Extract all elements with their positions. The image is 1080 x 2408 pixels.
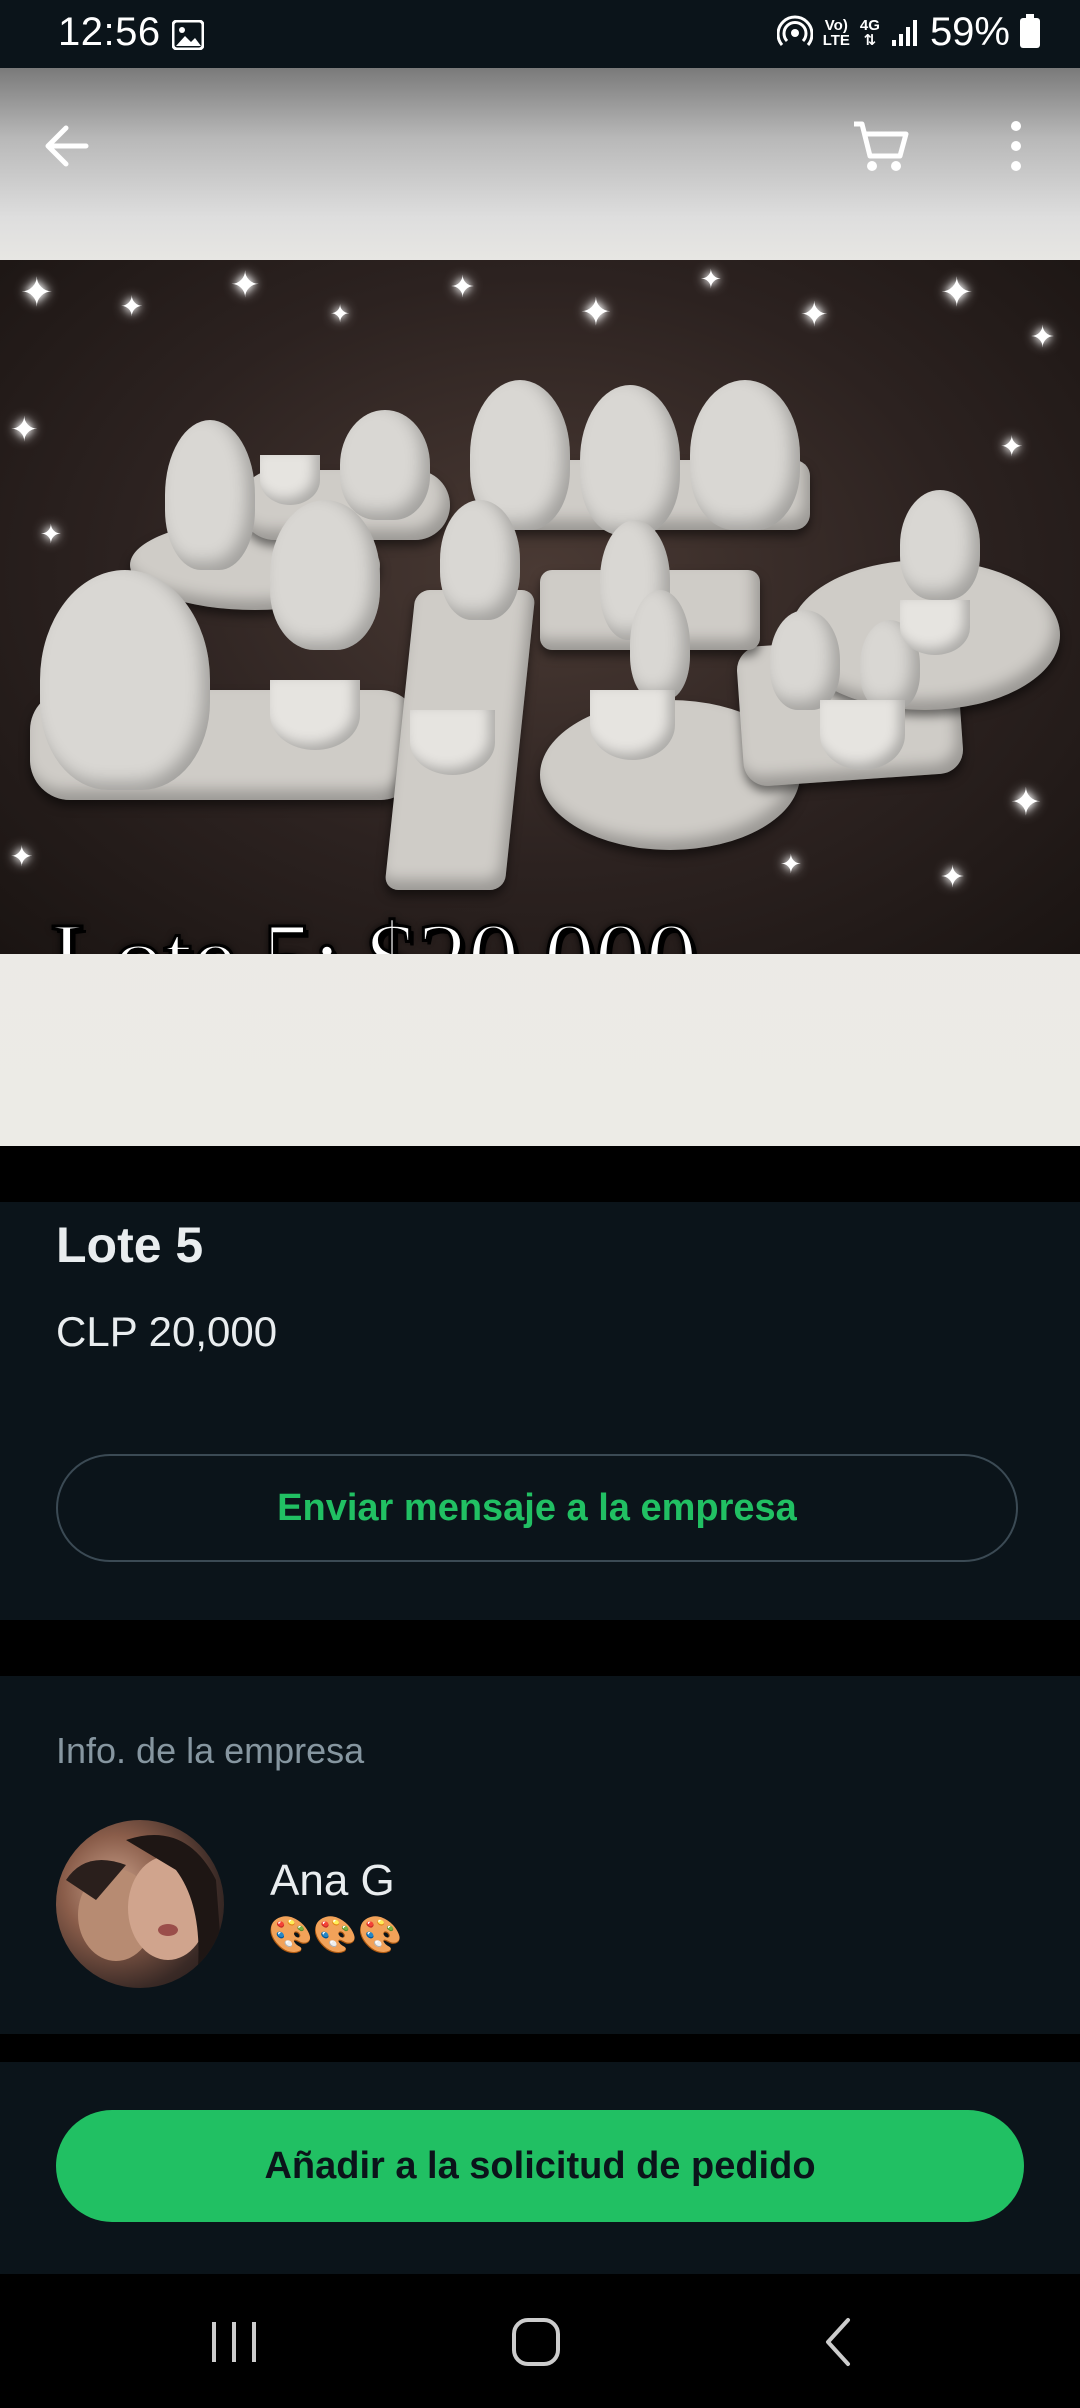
photo-cup <box>260 455 320 505</box>
top-bar <box>0 68 1080 228</box>
sparkle-icon: ✦ <box>10 410 39 450</box>
home-icon[interactable] <box>506 2312 566 2372</box>
sparkle-icon: ✦ <box>1000 430 1024 463</box>
nav-back-icon[interactable] <box>812 2312 864 2372</box>
sparkle-icon: ✦ <box>940 270 974 316</box>
back-arrow-icon[interactable] <box>36 114 100 178</box>
photo-cup <box>410 710 495 775</box>
photo-cup <box>820 700 905 770</box>
sparkle-icon: ✦ <box>780 850 802 880</box>
gallery-icon <box>172 20 204 50</box>
hotspot-icon <box>776 15 813 46</box>
cart-icon[interactable] <box>848 114 912 178</box>
sparkle-icon: ✦ <box>20 270 54 316</box>
sparkle-icon: ✦ <box>40 520 62 550</box>
sparkle-icon: ✦ <box>580 290 612 334</box>
sparkle-icon: ✦ <box>330 300 351 328</box>
sparkle-icon: ✦ <box>700 265 722 295</box>
recent-apps-icon[interactable] <box>206 2316 262 2368</box>
volte-indicator: Vo) LTE <box>822 16 850 49</box>
more-vert-icon[interactable] <box>988 114 1044 178</box>
photo-figure <box>690 380 800 530</box>
sparkle-icon: ✦ <box>940 860 966 895</box>
company-info: Info. de la empresa Ana G 🎨🎨🎨 <box>0 1676 1080 2034</box>
sparkle-icon: ✦ <box>450 270 476 305</box>
avatar-photo <box>66 1835 224 1988</box>
sparkle-icon: ✦ <box>800 295 829 335</box>
status-bar: 12:56 Vo) LTE 4G ⇅ 59% <box>0 0 1080 68</box>
product-image-area: ✦ ✦ ✦ ✦ ✦ ✦ ✦ ✦ ✦ ✦ ✦ ✦ ✦ ✦ ✦ ✦ ✦ Lote 5… <box>0 68 1080 1146</box>
action-bar: Añadir a la solicitud de pedido <box>0 2062 1080 2274</box>
battery-icon <box>1020 13 1040 48</box>
battery-percent: 59% <box>929 10 1010 54</box>
status-time: 12:56 <box>58 10 161 54</box>
product-price: CLP 20,000 <box>56 1308 278 1355</box>
photo-figure <box>630 590 690 700</box>
company-name[interactable]: Ana G <box>270 1856 395 1906</box>
product-title: Lote 5 <box>56 1217 204 1273</box>
status-indicators: Vo) LTE 4G ⇅ 59% <box>776 10 1040 55</box>
photo-figure <box>40 570 210 790</box>
sparkle-icon: ✦ <box>1030 320 1056 355</box>
message-business-button[interactable]: Enviar mensaje a la empresa <box>56 1454 1018 1562</box>
photo-figure <box>900 490 980 600</box>
system-nav-bar <box>0 2274 1080 2408</box>
company-heading: Info. de la empresa <box>56 1730 365 1771</box>
network-gen-indicator: 4G ⇅ <box>859 16 880 49</box>
company-description: 🎨🎨🎨 <box>268 1914 403 1955</box>
signal-icon <box>891 19 917 46</box>
add-to-order-button[interactable]: Añadir a la solicitud de pedido <box>56 2110 1024 2222</box>
avatar[interactable] <box>56 1820 224 1988</box>
photo-caption: Lote 5: $20.000 <box>48 900 698 955</box>
photo-figure <box>165 420 255 570</box>
photo-figure <box>440 500 520 620</box>
photo-figure <box>580 385 680 535</box>
sparkle-icon: ✦ <box>120 290 144 323</box>
photo-cup <box>900 600 970 655</box>
photo-figure <box>770 610 840 710</box>
photo-cup <box>590 690 675 760</box>
photo-figure <box>270 500 380 650</box>
sparkle-icon: ✦ <box>1010 780 1042 824</box>
sparkle-icon: ✦ <box>10 840 34 873</box>
product-info: Lote 5 CLP 20,000 Enviar mensaje a la em… <box>0 1202 1080 1620</box>
photo-cup <box>270 680 360 750</box>
product-photo[interactable]: ✦ ✦ ✦ ✦ ✦ ✦ ✦ ✦ ✦ ✦ ✦ ✦ ✦ ✦ ✦ ✦ ✦ Lote 5… <box>0 260 1080 954</box>
sparkle-icon: ✦ <box>230 265 261 306</box>
photo-figure <box>340 410 430 520</box>
